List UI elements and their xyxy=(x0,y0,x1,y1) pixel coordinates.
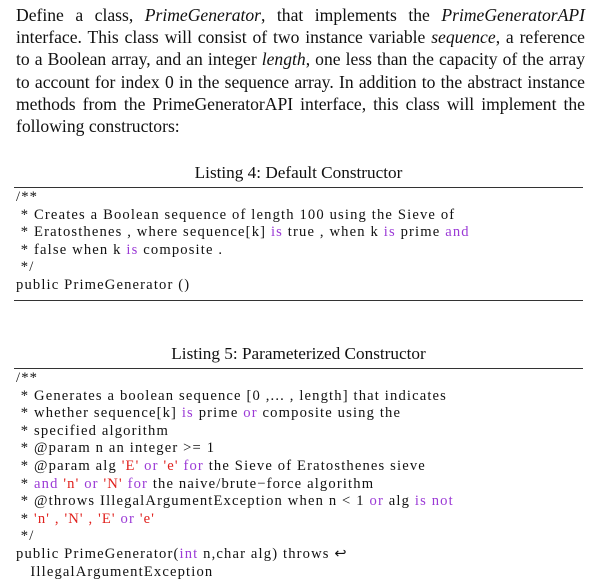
code-text: alg xyxy=(383,493,415,510)
code-keyword: is xyxy=(383,224,396,241)
code-text: public PrimeGenerator( xyxy=(16,545,180,562)
code-line: public PrimeGenerator(int n,char alg) th… xyxy=(16,546,591,564)
code-text: the naive/brute−force algorithm xyxy=(148,475,375,492)
intro-text-2: , that implements the xyxy=(261,5,442,25)
code-keyword: int xyxy=(179,545,199,562)
code-keyword: and xyxy=(445,224,470,241)
code-line: * whether sequence[k] is prime or compos… xyxy=(16,405,591,423)
code-string: 'n' xyxy=(63,475,80,492)
code-line: */ xyxy=(16,528,591,546)
code-keyword: is xyxy=(181,405,194,422)
listing-5-code: /** * Generates a boolean sequence [0 ,.… xyxy=(16,370,591,581)
code-line: * Creates a Boolean sequence of length 1… xyxy=(16,207,591,225)
code-keyword: for xyxy=(183,457,204,474)
code-string: 'e' xyxy=(163,457,179,474)
variable-length: length xyxy=(261,49,306,70)
code-keyword: or xyxy=(243,405,258,422)
code-line: * specified algorithm xyxy=(16,423,591,441)
code-line: * @throws IllegalArgumentException when … xyxy=(16,493,591,511)
code-keyword: or xyxy=(84,475,99,492)
code-text: * @param n an integer >= 1 xyxy=(16,440,216,457)
code-text: * false when k xyxy=(16,241,127,258)
intro-text-1: Define a class, xyxy=(16,5,145,25)
code-text: true , when k xyxy=(283,224,384,241)
code-text: composite . xyxy=(138,241,224,258)
code-keyword: or xyxy=(369,493,384,510)
code-text: public PrimeGenerator () xyxy=(16,276,191,293)
code-text: * xyxy=(16,475,35,492)
code-text: the Sieve of Eratosthenes sieve xyxy=(203,457,426,474)
listing-4-bottom-rule xyxy=(14,300,583,301)
interface-name: PrimeGeneratorAPI xyxy=(441,5,585,25)
code-string: 'e' xyxy=(139,510,155,527)
code-line: * false when k is composite . xyxy=(16,242,591,260)
listing-4-top-rule xyxy=(14,187,583,188)
code-line: */ xyxy=(16,259,591,277)
code-line: /** xyxy=(16,189,591,207)
code-text: * Generates a boolean sequence [0 ,... ,… xyxy=(16,387,448,404)
code-text: */ xyxy=(16,259,35,276)
code-text: IllegalArgumentException xyxy=(16,563,214,580)
code-text: * @param alg xyxy=(16,457,122,474)
listing-5-caption: Listing 5: Parameterized Constructor xyxy=(171,344,426,363)
code-keyword: not xyxy=(431,493,454,510)
code-text: prime xyxy=(395,224,446,241)
code-string: 'n' , 'N' , 'E' xyxy=(34,510,116,527)
listing-5-top-rule xyxy=(14,368,583,369)
code-text: */ xyxy=(16,528,35,545)
listing-4-caption: Listing 4: Default Constructor xyxy=(194,163,403,182)
code-line: * Generates a boolean sequence [0 ,... ,… xyxy=(16,388,591,406)
code-keyword: for xyxy=(127,475,149,492)
class-name: PrimeGenerator xyxy=(144,5,262,25)
code-text: * @throws IllegalArgumentException when … xyxy=(16,493,370,510)
code-string: 'N' xyxy=(103,475,123,492)
code-line: IllegalArgumentException xyxy=(16,564,591,582)
code-string: 'E' xyxy=(121,457,140,474)
code-text: * Eratosthenes , where sequence[k] xyxy=(16,224,271,241)
code-text: /** xyxy=(16,370,39,386)
code-line: * Eratosthenes , where sequence[k] is tr… xyxy=(16,224,591,242)
intro-text-3: interface. This class will consist of tw… xyxy=(16,27,432,48)
code-text: * Creates a Boolean sequence of length 1… xyxy=(16,206,456,223)
code-text: * xyxy=(16,510,35,527)
code-line: * 'n' , 'N' , 'E' or 'e' xyxy=(16,511,591,529)
code-keyword: is xyxy=(270,224,283,241)
code-line: /** xyxy=(16,370,591,388)
code-text: * whether sequence[k] xyxy=(16,405,182,422)
variable-sequence: sequence xyxy=(431,27,496,48)
intro-paragraph: Define a class, PrimeGenerator, that imp… xyxy=(16,4,585,137)
code-keyword: or xyxy=(120,510,135,527)
code-keyword: is xyxy=(414,493,427,510)
code-text: composite using the xyxy=(257,405,402,422)
code-keyword: is xyxy=(126,241,139,258)
code-line: * @param alg 'E' or 'e' for the Sieve of… xyxy=(16,458,591,476)
code-line: * @param n an integer >= 1 xyxy=(16,440,591,458)
code-text: /** xyxy=(16,189,39,205)
code-keyword: and xyxy=(34,475,59,492)
listing-4-code: /** * Creates a Boolean sequence of leng… xyxy=(16,189,591,295)
code-keyword: or xyxy=(144,457,159,474)
code-text: n,char alg) throws ↩ xyxy=(198,545,348,562)
code-line: public PrimeGenerator () xyxy=(16,277,591,295)
code-text: prime xyxy=(193,405,244,422)
code-line: * and 'n' or 'N' for the naive/brute−for… xyxy=(16,476,591,494)
code-text: * specified algorithm xyxy=(16,422,169,439)
